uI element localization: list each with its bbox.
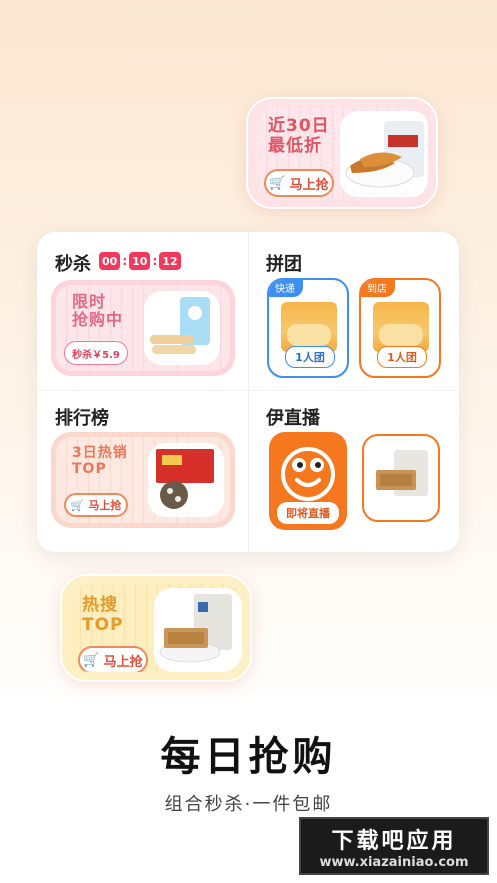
group-join-label: 1人团 [295,351,325,364]
brand-name: 每日抢购 [0,724,497,782]
chicken-feet-image [345,121,424,188]
ranking-card-text: 3日热销 TOP [72,445,128,478]
group-card-store[interactable]: 到店 1人团 [359,278,441,378]
buy-now-label: 马上抢 [103,654,143,670]
cart-icon: 🛒 [70,498,85,512]
sausage-image [150,297,210,354]
horizontal-divider [37,390,459,391]
watermark-title: 下载吧应用 [331,828,457,854]
biscuit-image [159,594,232,663]
timer-hours: 00 [99,252,121,270]
live-soon-label: 即将直播 [286,507,330,520]
product-image-snack-box [148,443,224,517]
promo-card-inner: 近30日 最低折 🛒 马上抢 [256,107,428,199]
snack-bag-image [373,302,429,352]
flash-price-button[interactable]: 秒杀￥5.9 [64,341,128,365]
countdown-timer: 00 : 10 : 12 [99,252,181,270]
buy-now-label: 马上抢 [289,177,329,193]
buy-now-button[interactable]: 🛒 马上抢 [64,493,128,517]
buy-now-button[interactable]: 🛒 马上抢 [78,646,148,672]
hot-search-text: 热搜 TOP [82,595,124,635]
biscuit-pack-image [376,450,428,496]
group-buy-title: 拼团 [266,254,302,275]
brand-slogan: 组合秒杀·一件包邮 [0,790,497,816]
promo-title: 近30日 最低折 [268,116,330,156]
snack-box-image [156,449,214,509]
live-soon-button[interactable]: 即将直播 [277,502,339,524]
product-image-sausage [144,291,220,365]
brand-name-text: 每日抢购 [160,734,337,780]
timer-minutes: 10 [129,252,151,270]
group-card-express[interactable]: 快递 1人团 [267,278,349,378]
hot-card-inner: 热搜 TOP 🛒 马上抢 [70,584,242,672]
live-title: 伊直播 [266,408,320,429]
cart-icon: 🛒 [269,175,286,191]
flash-sale-title: 秒杀 [55,254,91,275]
ranking-card[interactable]: 3日热销 TOP 🛒 马上抢 [51,432,235,528]
main-panel: 秒杀 00 : 10 : 12 限时 抢购中 秒杀￥5.9 拼团 快递 1人团 … [37,232,459,552]
product-image-chicken [340,111,428,197]
snack-bag-image [281,302,337,352]
cart-icon: 🛒 [83,652,100,668]
buy-now-label: 马上抢 [88,499,122,512]
flash-card-text: 限时 抢购中 [72,292,124,330]
group-join-label: 1人团 [387,351,417,364]
express-tag: 快递 [269,280,303,297]
brand-slogan-text: 组合秒杀·一件包邮 [164,794,333,815]
live-product-card[interactable] [362,434,440,522]
promo-card-lowest-price[interactable]: 近30日 最低折 🛒 马上抢 [246,97,438,209]
mascot-face-icon [281,447,335,501]
store-tag: 到店 [361,280,395,297]
group-join-button[interactable]: 1人团 [285,346,335,368]
product-image-biscuit [154,588,242,672]
live-stream-card[interactable]: 即将直播 [269,432,347,530]
watermark-url: www.xiazainiao.com [319,854,469,870]
watermark-logo: 下载吧应用 www.xiazainiao.com [299,817,489,875]
flash-sale-card[interactable]: 限时 抢购中 秒杀￥5.9 [51,280,235,376]
buy-now-button[interactable]: 🛒 马上抢 [264,169,334,197]
hot-search-card[interactable]: 热搜 TOP 🛒 马上抢 [60,574,252,682]
vertical-divider [248,232,249,552]
timer-seconds: 12 [159,252,181,270]
flash-price-label: 秒杀￥5.9 [72,349,120,361]
ranking-title: 排行榜 [55,408,109,429]
group-join-button[interactable]: 1人团 [377,346,427,368]
